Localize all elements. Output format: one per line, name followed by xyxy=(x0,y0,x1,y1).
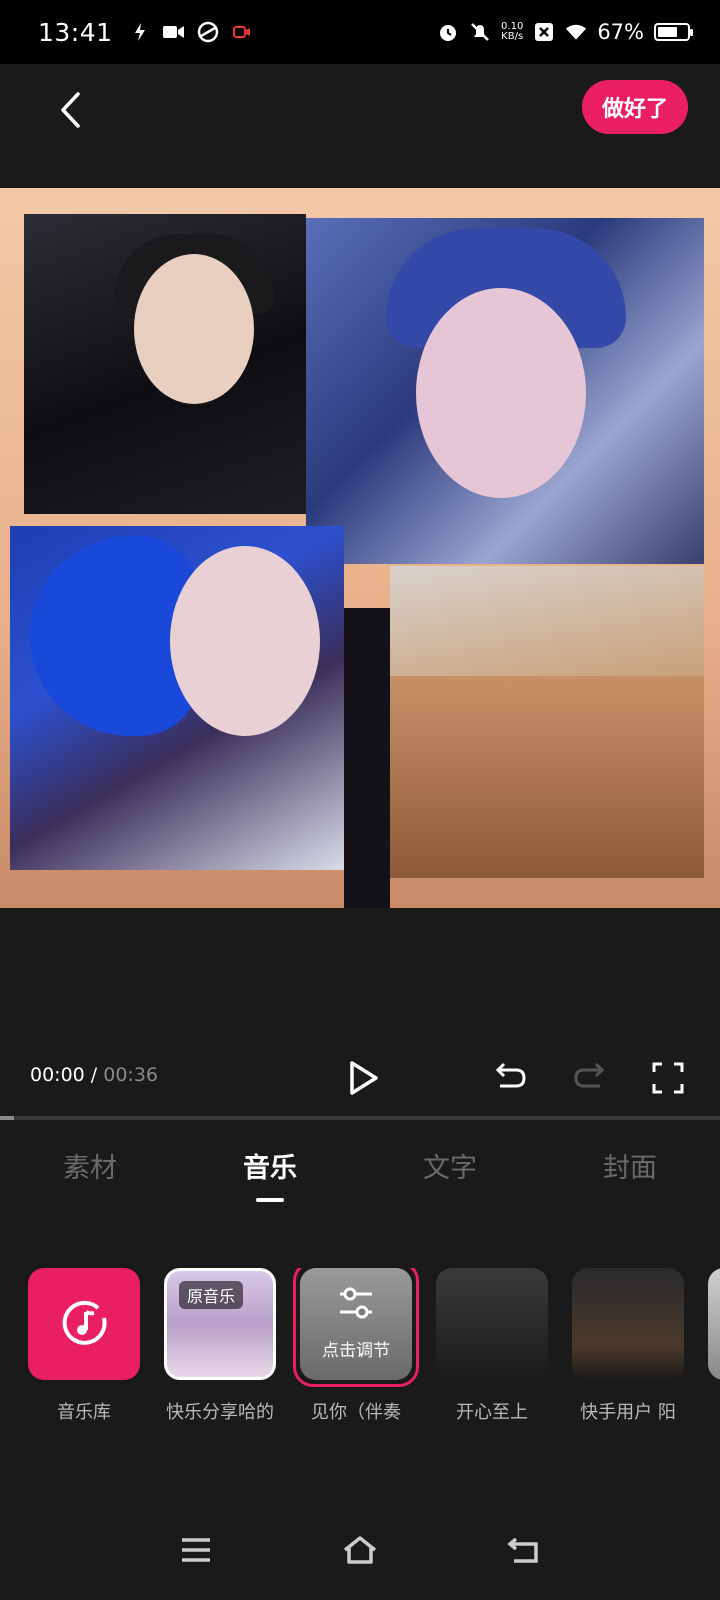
status-right: 0.10 KB/s 67% xyxy=(437,20,693,44)
top-bar: 做好了 xyxy=(0,64,720,188)
redo-button[interactable] xyxy=(570,1058,610,1098)
mute-icon xyxy=(469,21,491,43)
status-bar: 13:41 0.10 KB/s 67% xyxy=(0,0,720,64)
menu-button[interactable] xyxy=(174,1528,218,1572)
redo-icon xyxy=(574,1062,605,1088)
net-speed: 0.10 KB/s xyxy=(501,22,523,42)
system-back-button[interactable] xyxy=(502,1528,546,1572)
music-thumb xyxy=(436,1268,548,1380)
play-button[interactable] xyxy=(340,1056,384,1100)
music-item[interactable]: 原音乐 快乐分享哈的 xyxy=(162,1268,278,1424)
collage-photo-3 xyxy=(10,526,344,870)
record-icon xyxy=(231,21,253,43)
adjust-label: 点击调节 xyxy=(322,1341,390,1361)
play-icon xyxy=(350,1061,378,1095)
done-button[interactable]: 做好了 xyxy=(581,80,688,134)
collage-photo-2 xyxy=(306,218,704,564)
music-item-selected[interactable]: 点击调节 见你（伴奏 xyxy=(293,1268,419,1424)
net-speed-unit: KB/s xyxy=(501,31,524,42)
collage-photo-4 xyxy=(390,566,704,878)
total-time: 00:36 xyxy=(103,1064,159,1086)
music-thumb: 点击调节 xyxy=(300,1268,412,1380)
return-icon xyxy=(507,1537,538,1563)
collage-photo-1 xyxy=(24,214,306,514)
menu-icon xyxy=(182,1538,210,1562)
adjust-icon xyxy=(340,1287,372,1319)
back-arrow-icon xyxy=(61,92,80,128)
time-display: 00:00 / 00:36 xyxy=(30,1064,158,1086)
status-time: 13:41 xyxy=(38,17,113,47)
wifi-icon xyxy=(565,21,587,43)
undo-icon xyxy=(495,1062,526,1088)
music-item-label: 快手用户 阳 xyxy=(580,1402,676,1423)
flash-icon xyxy=(129,21,151,43)
close-box-icon xyxy=(533,21,555,43)
tab-cover[interactable]: 封面 xyxy=(540,1136,720,1216)
music-item[interactable]: 开心至上 xyxy=(434,1268,550,1424)
system-nav-bar xyxy=(0,1500,720,1600)
music-item-label: 开心至上 xyxy=(456,1402,528,1423)
battery-icon xyxy=(654,23,693,41)
status-left-icons xyxy=(129,21,253,43)
back-button[interactable] xyxy=(44,84,96,136)
tab-bar: 素材 音乐 文字 封面 xyxy=(0,1136,720,1216)
progress-track[interactable] xyxy=(0,1116,720,1120)
tab-material[interactable]: 素材 xyxy=(0,1136,180,1216)
battery-percent: 67% xyxy=(597,20,644,44)
tab-music[interactable]: 音乐 xyxy=(180,1136,360,1216)
video-preview[interactable] xyxy=(0,188,720,908)
home-button[interactable] xyxy=(338,1528,382,1572)
music-library-thumb xyxy=(28,1268,140,1380)
music-item-label: 快乐分享哈的 xyxy=(166,1402,274,1423)
tab-text[interactable]: 文字 xyxy=(360,1136,540,1216)
music-note-icon xyxy=(62,1300,107,1345)
original-music-badge: 原音乐 xyxy=(179,1281,244,1309)
music-thumb: 原音乐 xyxy=(164,1268,276,1380)
app-icon xyxy=(197,21,219,43)
fullscreen-icon xyxy=(652,1062,684,1094)
home-icon xyxy=(343,1536,377,1564)
alarm-icon xyxy=(437,21,459,43)
current-time: 00:00 xyxy=(30,1064,85,1086)
progress-fill xyxy=(0,1116,15,1120)
music-item-partial[interactable] xyxy=(706,1268,720,1380)
music-item-library[interactable]: 音乐库 xyxy=(26,1268,142,1424)
music-thumb xyxy=(708,1268,720,1380)
time-separator: / xyxy=(84,1064,104,1086)
music-thumb xyxy=(572,1268,684,1380)
undo-button[interactable] xyxy=(490,1058,530,1098)
music-item-label: 音乐库 xyxy=(57,1402,111,1423)
music-item-label: 见你（伴奏 xyxy=(311,1402,401,1423)
playback-controls: 00:00 / 00:36 xyxy=(0,1040,720,1116)
music-list: 音乐库 原音乐 快乐分享哈的 点击调节 见你（伴奏 开心至上 快手用户 阳 xyxy=(0,1268,720,1438)
fullscreen-button[interactable] xyxy=(648,1058,688,1098)
video-icon xyxy=(162,21,185,43)
collage-photo-strip xyxy=(344,608,390,908)
music-item[interactable]: 快手用户 阳 xyxy=(570,1268,686,1424)
